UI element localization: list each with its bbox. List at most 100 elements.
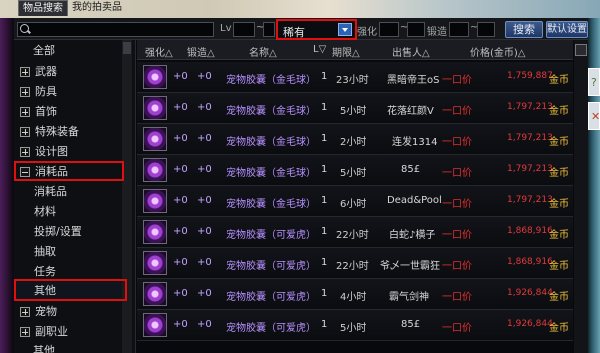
category-label: 武器 [35,65,57,78]
cell-enhance: +0 [173,288,188,299]
expand-icon[interactable] [20,307,30,317]
expand-icon[interactable] [20,327,30,337]
cell-time: 23小时 [336,75,369,86]
cell-enhance: +0 [173,257,188,268]
category-label: 副职业 [35,325,68,338]
rarity-value: 稀有 [283,26,305,39]
cell-bid-type: 一口价 [442,261,472,272]
cell-price: 1,759,887 [507,71,553,81]
table-row[interactable]: +0 +0 宠物胶囊（可爱虎） 1 5小时 85£ 一口价 1,926,844 … [137,310,573,341]
table-row[interactable]: +0 +0 宠物胶囊（金毛球） 1 5小时 花落红颜V 一口价 1,797,21… [137,93,573,124]
enhance-max-input[interactable] [407,22,425,37]
cell-time: 6小时 [340,199,367,210]
cell-seller: Dead&Pool [387,195,442,206]
cell-forge: +0 [197,133,212,144]
cell-price: 1,797,213 [507,102,553,112]
table-row[interactable]: +0 +0 宠物胶囊（可爱虎） 1 22小时 爷乄一世霸狂 一口价 1,868,… [137,248,573,279]
header-forge[interactable]: 锻造△ [187,44,215,59]
table-row[interactable]: +0 +0 宠物胶囊（金毛球） 1 5小时 85£ 一口价 1,797,213 … [137,155,573,186]
expand-icon[interactable] [20,87,30,97]
table-row[interactable]: +0 +0 宠物胶囊（金毛球） 1 23小时 黑暗帝王oS 一口价 1,759,… [137,62,573,93]
table-row[interactable]: +0 +0 宠物胶囊（可爱虎） 1 22小时 白蛇♪横子 一口价 1,868,9… [137,217,573,248]
table-row[interactable]: +0 +0 宠物胶囊（金毛球） 1 2小时 连发1314 一口价 1,797,2… [137,124,573,155]
scrollbar-thumb[interactable] [123,42,131,54]
header-price[interactable]: 价格(金币)△ [470,44,526,59]
cell-count: 1 [321,226,328,237]
forge-max-input[interactable] [477,22,495,37]
help-card-icon[interactable] [588,68,600,96]
subcategory-throwable[interactable]: 投掷/设置 [14,223,132,241]
category-blueprint[interactable]: 设计图 [14,143,132,161]
tab-my-auctions[interactable]: 我的拍卖品 [68,0,126,16]
cell-price: 1,926,844 [507,319,553,329]
cell-price: 1,797,213 [507,195,553,205]
lv-label: Lv [220,23,232,34]
cell-price: 1,868,916 [507,226,553,236]
category-accessory[interactable]: 首饰 [14,103,132,121]
tab-item-search[interactable]: 物品搜索 [18,0,68,16]
header-name[interactable]: 名称△ [249,44,277,59]
lv-min-input[interactable] [233,22,255,37]
category-weapon[interactable]: 武器 [14,63,132,81]
pet-capsule-icon [143,282,167,306]
cell-count: 1 [321,164,328,175]
default-settings-button[interactable]: 默认设置 [546,21,588,38]
close-card-icon[interactable] [588,102,600,130]
cell-enhance: +0 [173,71,188,82]
lv-max-input[interactable] [263,22,275,37]
expand-icon[interactable] [20,127,30,137]
category-label: 设计图 [35,145,68,158]
cell-seller: 85£ [401,319,421,330]
category-all[interactable]: 全部 [14,42,132,60]
category-label: 投掷/设置 [34,225,82,238]
enhance-min-input[interactable] [379,22,399,37]
sidebar-scrollbar[interactable] [122,40,132,353]
cell-bid-type: 一口价 [442,292,472,303]
category-pet[interactable]: 宠物 [14,303,132,321]
table-row[interactable]: +0 +0 宠物胶囊（金毛球） 1 6小时 Dead&Pool 一口价 1,79… [137,186,573,217]
cell-enhance: +0 [173,226,188,237]
subcategory-material[interactable]: 材料 [14,203,132,221]
cell-time: 22小时 [336,261,369,272]
cell-time: 22小时 [336,230,369,241]
cell-name: 宠物胶囊（金毛球） [226,106,316,117]
cell-seller: 黑暗帝王oS [387,75,440,86]
chevron-down-icon[interactable] [338,23,352,36]
expand-icon[interactable] [20,107,30,117]
category-label: 材料 [34,205,56,218]
cell-count: 1 [321,71,328,82]
category-armor[interactable]: 防具 [14,83,132,101]
cell-currency: 金币 [549,230,569,241]
cell-bid-type: 一口价 [442,323,472,334]
cell-price: 1,797,213 [507,164,553,174]
cell-name: 宠物胶囊（金毛球） [226,199,316,210]
search-button[interactable]: 搜索 [505,21,543,38]
search-box[interactable] [17,22,214,37]
category-special-equipment[interactable]: 特殊装备 [14,123,132,141]
subcategory-consumable[interactable]: 消耗品 [14,183,132,201]
pin-icon[interactable] [575,44,587,56]
cell-forge: +0 [197,257,212,268]
cell-count: 1 [321,257,328,268]
expand-icon[interactable] [20,67,30,77]
header-seller[interactable]: 出售人△ [392,44,430,59]
subcategory-draw[interactable]: 抽取 [14,243,132,261]
cell-currency: 金币 [549,168,569,179]
expand-icon[interactable] [20,147,30,157]
header-time[interactable]: 期限△ [332,44,360,59]
category-other[interactable]: 其他 [14,342,132,353]
cell-seller: 白蛇♪横子 [389,230,436,241]
cell-seller: 花落红颜V [387,106,434,117]
rarity-select[interactable]: 稀有 [276,19,357,40]
cell-time: 4小时 [340,292,367,303]
header-enhance[interactable]: 强化△ [145,44,173,59]
forge-min-input[interactable] [449,22,469,37]
cell-enhance: +0 [173,195,188,206]
table-row[interactable]: +0 +0 宠物胶囊（可爱虎） 1 4小时 霸气剑神 一口价 1,926,844… [137,279,573,310]
pet-capsule-icon [143,127,167,151]
header-count[interactable]: L▽ [313,44,326,55]
cell-forge: +0 [197,319,212,330]
search-input[interactable] [34,23,212,36]
category-sub-profession[interactable]: 副职业 [14,323,132,341]
pet-capsule-icon [143,313,167,337]
